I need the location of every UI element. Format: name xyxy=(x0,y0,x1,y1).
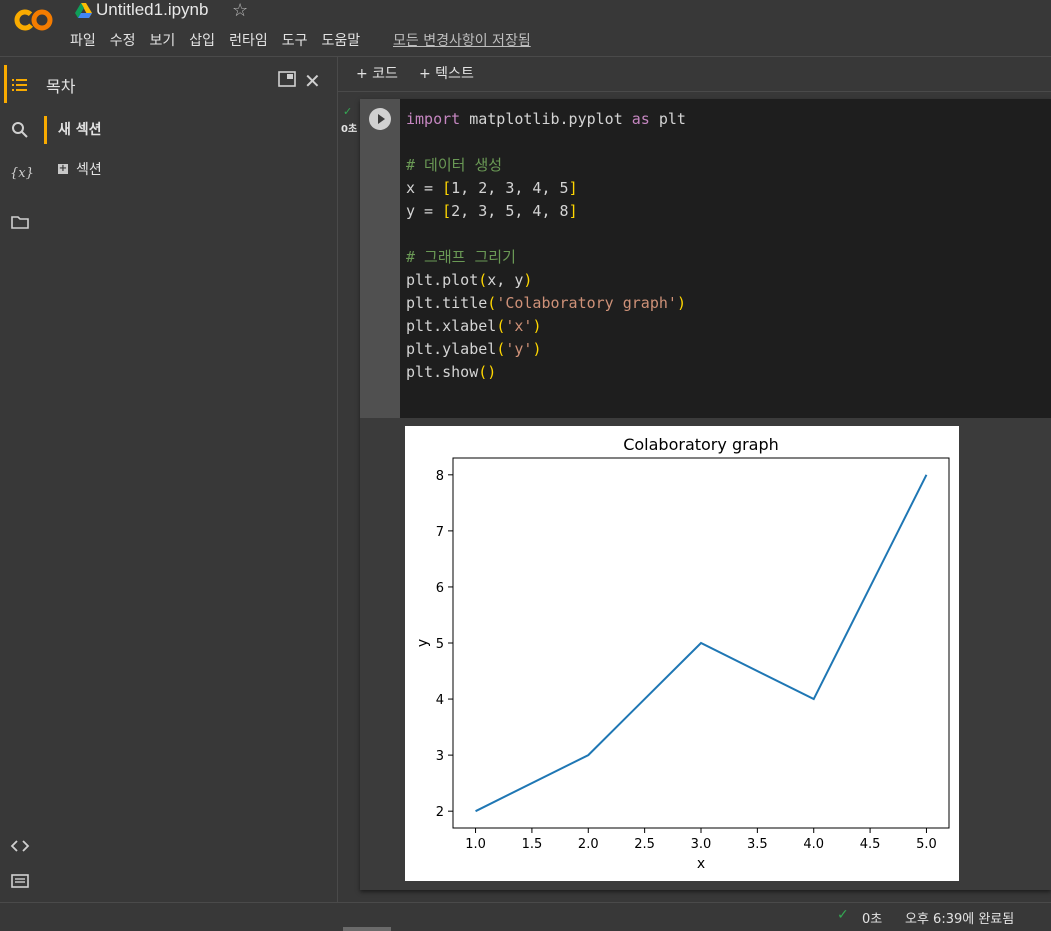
terminal-icon[interactable] xyxy=(10,871,30,891)
x-tick-label: 2.0 xyxy=(578,837,599,852)
notebook-toolbar: + 코드 + 텍스트 xyxy=(338,57,1051,92)
status-bar: ✓ 0초 오후 6:39에 완료됨 xyxy=(0,902,1051,931)
rail-active-indicator xyxy=(4,65,7,103)
document-title[interactable]: Untitled1.ipynb xyxy=(96,0,208,20)
y-axis-label: y xyxy=(415,639,431,647)
code-line: y = [2, 3, 5, 4, 8] xyxy=(406,202,578,220)
y-tick-label: 3 xyxy=(436,749,444,764)
open-in-tab-icon[interactable] xyxy=(278,71,296,87)
toc-title: 목차 xyxy=(46,77,76,96)
code-line: # 그래프 그리기 xyxy=(406,248,516,266)
toc-item-section[interactable]: + 섹션 xyxy=(58,159,102,179)
code-line: plt.ylabel('y') xyxy=(406,340,542,358)
close-icon[interactable]: ✕ xyxy=(304,69,321,93)
x-tick-label: 2.5 xyxy=(634,837,655,852)
menu-tools[interactable]: 도구 xyxy=(282,30,308,50)
line-chart: Colaboratory graph 1.0 1.5 2.0 2.5 3.0 3.5 4.0… xyxy=(415,435,950,872)
menu-edit[interactable]: 수정 xyxy=(110,30,136,50)
status-check-icon: ✓ xyxy=(837,907,849,923)
menu-insert[interactable]: 삽입 xyxy=(189,30,215,50)
x-axis-label: x xyxy=(697,856,705,872)
notebook-main: + 코드 + 텍스트 ✓ 0초 import matplotlib.pyplot… xyxy=(338,57,1051,902)
save-status-link[interactable]: 모든 변경사항이 저장됨 xyxy=(393,30,531,50)
code-line: x = [1, 2, 3, 4, 5] xyxy=(406,179,578,197)
toc-item-new-section[interactable]: 새 섹션 xyxy=(44,116,102,144)
add-code-button[interactable]: + 코드 xyxy=(356,63,398,83)
expand-icon[interactable]: + xyxy=(58,164,68,174)
menu-help[interactable]: 도움말 xyxy=(321,30,360,50)
y-tick-label: 5 xyxy=(436,637,444,652)
x-tick-label: 4.0 xyxy=(803,837,824,852)
menu-runtime[interactable]: 런타임 xyxy=(229,30,268,50)
header: Untitled1.ipynb ☆ 파일 수정 보기 삽입 런타임 도구 도움말… xyxy=(0,0,1051,56)
series-line xyxy=(475,474,928,813)
google-drive-icon xyxy=(75,3,92,18)
x-tick-label: 1.5 xyxy=(522,837,543,852)
colab-logo-icon[interactable] xyxy=(14,6,54,34)
toc-icon[interactable] xyxy=(10,75,30,95)
exec-success-icon: ✓ xyxy=(343,105,353,118)
code-snippets-icon[interactable] xyxy=(10,836,30,856)
x-tick-label: 3.0 xyxy=(691,837,712,852)
y-tick-label: 4 xyxy=(436,693,444,708)
toc-item-section-label: 섹션 xyxy=(76,162,102,178)
code-line: import matplotlib.pyplot as plt xyxy=(406,110,686,128)
code-cell[interactable]: import matplotlib.pyplot as plt # 데이터 생성… xyxy=(360,99,1051,890)
star-icon[interactable]: ☆ xyxy=(232,0,248,21)
folder-icon[interactable] xyxy=(10,212,30,232)
code-line: plt.xlabel('x') xyxy=(406,317,542,335)
chart-title: Colaboratory graph xyxy=(623,435,779,454)
toc-panel: 목차 ✕ 새 섹션 + 섹션 xyxy=(36,57,338,902)
code-line: # 데이터 생성 xyxy=(406,156,503,174)
search-icon[interactable] xyxy=(10,120,30,140)
x-tick-label: 1.0 xyxy=(465,837,486,852)
code-line: plt.show() xyxy=(406,363,497,381)
run-cell-button[interactable] xyxy=(369,108,391,130)
x-tick-label: 4.5 xyxy=(860,837,881,852)
code-editor[interactable]: import matplotlib.pyplot as plt # 데이터 생성… xyxy=(400,99,1051,418)
exec-time: 0초 xyxy=(341,124,358,135)
y-tick-label: 6 xyxy=(436,581,444,596)
status-completed[interactable]: 오후 6:39에 완료됨 xyxy=(905,908,1014,927)
code-line: plt.plot(x, y) xyxy=(406,271,533,289)
menu-view[interactable]: 보기 xyxy=(150,30,176,50)
horizontal-scrollbar[interactable] xyxy=(343,927,391,931)
x-tick-label: 3.5 xyxy=(747,837,768,852)
cell-gutter xyxy=(360,99,400,418)
code-line: plt.title('Colaboratory graph') xyxy=(406,294,686,312)
y-tick-label: 7 xyxy=(436,525,444,540)
cell-output: Colaboratory graph 1.0 1.5 2.0 2.5 3.0 3.5 4.0… xyxy=(405,426,959,881)
menu-file[interactable]: 파일 xyxy=(70,30,96,50)
status-exec-time[interactable]: 0초 xyxy=(862,908,882,927)
add-text-button[interactable]: + 텍스트 xyxy=(419,63,474,83)
menu-bar: 파일 수정 보기 삽입 런타임 도구 도움말 xyxy=(70,30,360,50)
y-tick-label: 2 xyxy=(436,805,444,820)
y-tick-label: 8 xyxy=(436,469,444,484)
variables-icon[interactable]: {x} xyxy=(10,166,34,186)
x-tick-label: 5.0 xyxy=(916,837,937,852)
side-rail: {x} xyxy=(0,57,36,902)
